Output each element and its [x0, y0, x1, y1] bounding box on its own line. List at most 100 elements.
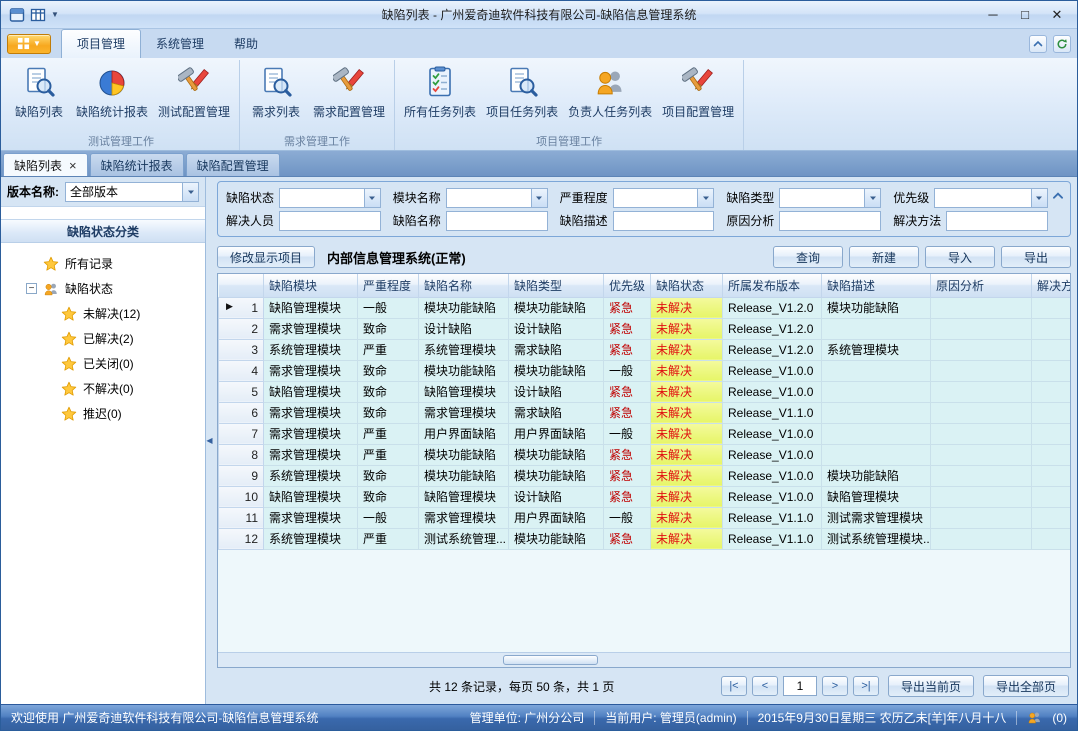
tree-panel-title: 缺陷状态分类 [1, 219, 205, 243]
btn-defect-list[interactable]: 缺陷列表 [7, 61, 71, 122]
modify-columns-button[interactable]: 修改显示项目 [217, 246, 315, 268]
first-page-button[interactable]: |< [721, 676, 747, 696]
filter-collapse-icon[interactable] [1051, 189, 1065, 203]
cell-defect-type: 模块功能缺陷 [509, 528, 604, 549]
table-row-5[interactable]: 5 缺陷管理模块 致命 缺陷管理模块 设计缺陷 紧急 未解决 Release_V… [219, 381, 1072, 402]
filter-defect-status-dropdown-icon[interactable] [364, 189, 380, 207]
filter-defect-name-input[interactable] [446, 211, 548, 231]
filter-severity-dropdown-icon[interactable] [697, 189, 713, 207]
grid-hscrollbar[interactable] [218, 652, 1070, 667]
table-row-6[interactable]: 6 需求管理模块 致命 需求管理模块 需求缺陷 紧急 未解决 Release_V… [219, 402, 1072, 423]
tree-collapse-icon[interactable]: − [26, 283, 37, 294]
btn-req-config[interactable]: 需求配置管理 [308, 61, 390, 122]
tree-closed[interactable]: 已关闭(0) [1, 351, 205, 376]
app-window-icon[interactable] [9, 7, 25, 23]
export-all-pages-button[interactable]: 导出全部页 [983, 675, 1069, 697]
table-row-12[interactable]: 12 系统管理模块 严重 测试系统管理... 模块功能缺陷 紧急 未解决 Rel… [219, 528, 1072, 549]
last-page-button[interactable]: >| [853, 676, 879, 696]
export-current-page-button[interactable]: 导出当前页 [888, 675, 974, 697]
filter-solution-input[interactable] [946, 211, 1048, 231]
tab-project-mgmt[interactable]: 项目管理 [61, 29, 141, 58]
ribbon-button-label: 项目配置管理 [662, 103, 734, 120]
query-button[interactable]: 查询 [773, 246, 843, 268]
maximize-button[interactable]: □ [1009, 3, 1041, 27]
sidebar: 版本名称: 全部版本 缺陷状态分类 所有记录 − 缺陷状态 未解决(12) 已解… [1, 177, 206, 704]
tab-help[interactable]: 帮助 [219, 30, 273, 58]
column-header-9[interactable]: 原因分析 [931, 274, 1032, 297]
filter-defect-status-combo[interactable] [279, 188, 381, 208]
column-header-6[interactable]: 缺陷状态 [651, 274, 723, 297]
filter-severity-combo[interactable] [613, 188, 715, 208]
column-header-4[interactable]: 缺陷类型 [509, 274, 604, 297]
table-row-3[interactable]: 3 系统管理模块 严重 系统管理模块 需求缺陷 紧急 未解决 Release_V… [219, 339, 1072, 360]
sidebar-splitter[interactable]: ◀ [206, 177, 213, 704]
ribbon-button-label: 需求列表 [252, 103, 300, 120]
page-number-input[interactable] [783, 676, 817, 696]
tree-all-records[interactable]: 所有记录 [1, 251, 205, 276]
table-row-7[interactable]: 7 需求管理模块 严重 用户界面缺陷 用户界面缺陷 一般 未解决 Release… [219, 423, 1072, 444]
table-row-4[interactable]: 4 需求管理模块 致命 模块功能缺陷 模块功能缺陷 一般 未解决 Release… [219, 360, 1072, 381]
table-row-11[interactable]: 11 需求管理模块 一般 需求管理模块 用户界面缺陷 一般 未解决 Releas… [219, 507, 1072, 528]
collapse-ribbon-icon[interactable] [1029, 35, 1047, 53]
app-menu-button[interactable]: ▼ [7, 34, 51, 54]
filter-priority-dropdown-icon[interactable] [1031, 189, 1047, 207]
cell-status: 未解决 [651, 444, 723, 465]
minimize-button[interactable]: ─ [977, 3, 1009, 27]
column-header-10[interactable]: 解决方法 [1032, 274, 1072, 297]
next-page-button[interactable]: > [822, 676, 848, 696]
column-header-7[interactable]: 所属发布版本 [723, 274, 822, 297]
close-tab-icon[interactable]: × [69, 159, 77, 172]
filter-defect-desc-input[interactable] [613, 211, 715, 231]
btn-all-tasks[interactable]: 所有任务列表 [399, 61, 481, 122]
prev-page-button[interactable]: < [752, 676, 778, 696]
cell-defect-type: 模块功能缺陷 [509, 360, 604, 381]
filter-priority-combo[interactable] [934, 188, 1048, 208]
splitter-collapse-icon[interactable]: ◀ [206, 436, 212, 445]
table-row-8[interactable]: 8 需求管理模块 严重 模块功能缺陷 模块功能缺陷 紧急 未解决 Release… [219, 444, 1072, 465]
tree-wontfix[interactable]: 不解决(0) [1, 376, 205, 401]
table-row-9[interactable]: 9 系统管理模块 致命 模块功能缺陷 模块功能缺陷 紧急 未解决 Release… [219, 465, 1072, 486]
export-button[interactable]: 导出 [1001, 246, 1071, 268]
table-view-icon[interactable] [30, 7, 46, 23]
tree-resolved[interactable]: 已解决(2) [1, 326, 205, 351]
row-indicator-header [219, 274, 264, 297]
doctab-defect-list[interactable]: 缺陷列表 × [3, 153, 88, 176]
quick-access-dropdown-icon[interactable]: ▼ [51, 10, 59, 19]
ribbon-button-label: 所有任务列表 [404, 103, 476, 120]
column-header-2[interactable]: 严重程度 [358, 274, 419, 297]
filter-module-name-combo[interactable] [446, 188, 548, 208]
filter-defect-desc-field: 缺陷描述 [560, 211, 715, 231]
column-header-8[interactable]: 缺陷描述 [822, 274, 931, 297]
btn-project-config[interactable]: 项目配置管理 [657, 61, 739, 122]
column-header-1[interactable]: 缺陷模块 [264, 274, 358, 297]
filter-defect-type-dropdown-icon[interactable] [864, 189, 880, 207]
import-button[interactable]: 导入 [925, 246, 995, 268]
new-button[interactable]: 新建 [849, 246, 919, 268]
tab-system-mgmt[interactable]: 系统管理 [141, 30, 219, 58]
btn-owner-tasks[interactable]: 负责人任务列表 [563, 61, 657, 122]
grid-hscrollbar-thumb[interactable] [503, 655, 598, 665]
table-row-10[interactable]: 10 缺陷管理模块 致命 缺陷管理模块 设计缺陷 紧急 未解决 Release_… [219, 486, 1072, 507]
close-button[interactable]: ✕ [1041, 3, 1073, 27]
btn-test-config[interactable]: 测试配置管理 [153, 61, 235, 122]
column-header-3[interactable]: 缺陷名称 [419, 274, 509, 297]
filter-defect-type-combo[interactable] [779, 188, 881, 208]
cell-severity: 一般 [358, 507, 419, 528]
table-row-1[interactable]: ▶1 缺陷管理模块 一般 模块功能缺陷 模块功能缺陷 紧急 未解决 Releas… [219, 297, 1072, 318]
btn-project-tasks[interactable]: 项目任务列表 [481, 61, 563, 122]
tree-unresolved[interactable]: 未解决(12) [1, 301, 205, 326]
tree-postponed[interactable]: 推迟(0) [1, 401, 205, 426]
doctab-defect-config[interactable]: 缺陷配置管理 [186, 153, 280, 176]
doctab-defect-stats[interactable]: 缺陷统计报表 [90, 153, 184, 176]
version-combo[interactable]: 全部版本 [65, 182, 199, 202]
help-refresh-icon[interactable] [1053, 35, 1071, 53]
filter-resolver-input[interactable] [279, 211, 381, 231]
filter-cause-analysis-input[interactable] [779, 211, 881, 231]
table-row-2[interactable]: 2 需求管理模块 致命 设计缺陷 设计缺陷 紧急 未解决 Release_V1.… [219, 318, 1072, 339]
btn-req-list[interactable]: 需求列表 [244, 61, 308, 122]
column-header-5[interactable]: 优先级 [604, 274, 651, 297]
filter-module-name-dropdown-icon[interactable] [531, 189, 547, 207]
version-combo-dropdown-icon[interactable] [182, 183, 198, 201]
btn-defect-stats[interactable]: 缺陷统计报表 [71, 61, 153, 122]
tree-defect-status[interactable]: − 缺陷状态 [1, 276, 205, 301]
